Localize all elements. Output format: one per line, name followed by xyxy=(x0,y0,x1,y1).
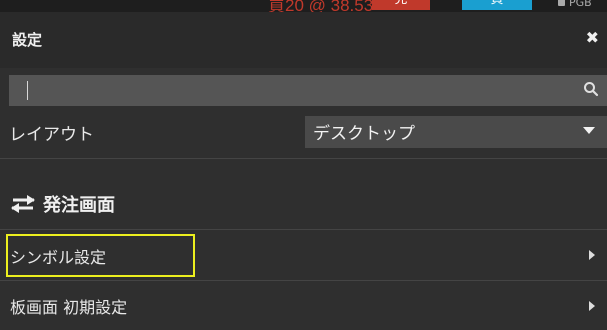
board-initial-settings-row[interactable]: 板画面 初期設定 xyxy=(0,282,607,330)
close-icon[interactable]: ✖ xyxy=(586,28,599,47)
settings-title: 設定 xyxy=(12,31,43,49)
background-app-strip: 買20 @ 38.53 売 買 PGB xyxy=(0,0,607,12)
buy-button-label: 買 xyxy=(490,0,503,7)
search-row xyxy=(0,68,607,120)
symbol-settings-row[interactable]: シンボル設定 xyxy=(0,231,607,279)
layout-setting-row: レイアウト デスクトップ xyxy=(0,116,607,159)
chevron-right-icon xyxy=(589,301,595,311)
symbol-settings-label: シンボル設定 xyxy=(10,248,107,267)
section-title: 発注画面 xyxy=(43,195,115,216)
sell-button-label: 売 xyxy=(394,0,407,7)
sell-button[interactable]: 売 xyxy=(372,0,430,10)
text-caret xyxy=(27,81,28,100)
background-tail-text: PGB xyxy=(569,0,592,9)
board-initial-settings-label: 板画面 初期設定 xyxy=(10,298,128,317)
settings-panel: 設定 ✖ レイアウト デスクトップ 発注画面 シンボル設定 板画面 初期設定 xyxy=(0,12,607,317)
layout-label: レイアウト xyxy=(9,125,94,145)
buy-button[interactable]: 買 xyxy=(462,0,532,10)
divider xyxy=(0,280,607,281)
section-order-screen: 発注画面 xyxy=(9,192,115,216)
layout-select-value: デスクトップ xyxy=(313,124,415,144)
layout-select[interactable]: デスクトップ xyxy=(305,116,607,148)
background-tail: PGB xyxy=(558,0,592,9)
settings-header: 設定 ✖ xyxy=(0,12,607,68)
background-order-text: 買20 @ 38.53 xyxy=(268,0,374,12)
divider xyxy=(0,229,607,230)
square-icon xyxy=(558,0,565,6)
search-input[interactable] xyxy=(9,75,607,106)
chevron-down-icon xyxy=(583,127,595,134)
search-icon[interactable] xyxy=(583,81,599,97)
chevron-right-icon xyxy=(589,250,595,260)
swap-arrows-icon xyxy=(11,195,35,213)
